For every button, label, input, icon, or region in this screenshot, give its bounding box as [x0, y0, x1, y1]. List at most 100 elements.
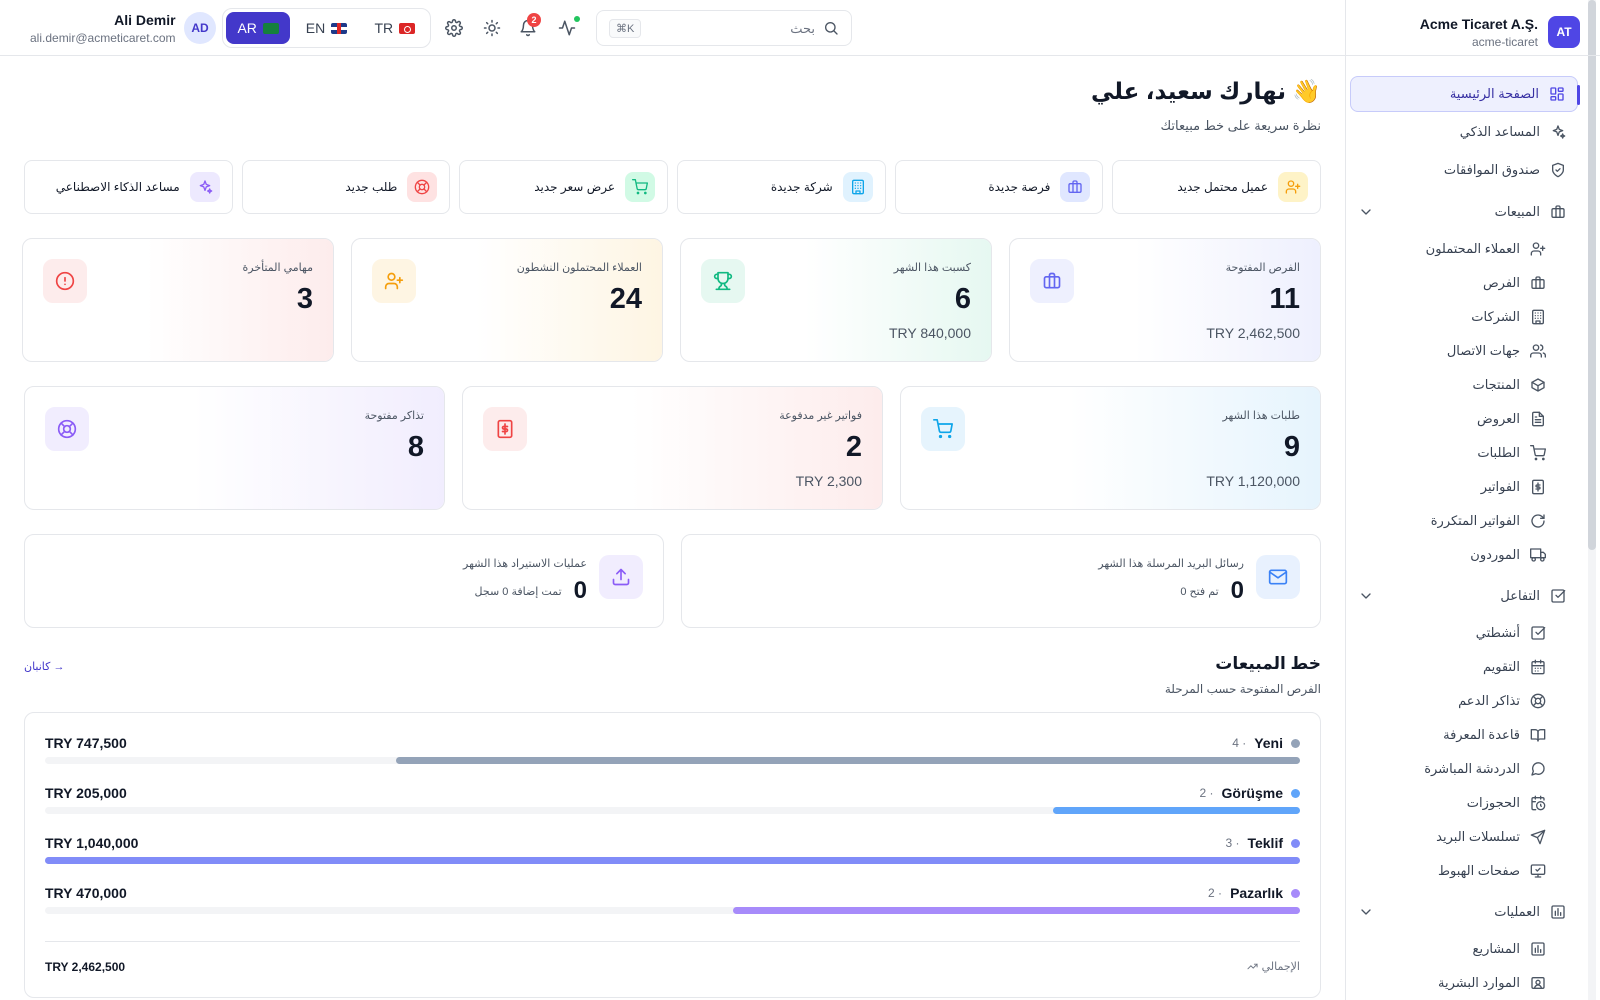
sidebar-subitem[interactable]: الفرص: [1350, 266, 1578, 300]
search-bar[interactable]: ⌘K: [596, 10, 852, 46]
sidebar-subitem[interactable]: الموارد البشرية: [1350, 966, 1578, 1000]
stage-bar-fill: [732, 907, 1300, 914]
sidebar-subitem[interactable]: الحجوزات: [1350, 786, 1578, 820]
stat-card[interactable]: تذاكر مفتوحة 8: [24, 386, 445, 510]
sidebar-item-label: الفواتير المتكررة: [1430, 513, 1520, 528]
invoice-icon: [1532, 479, 1544, 495]
pipeline-total-amount: TRY 2,462,500: [45, 960, 126, 974]
sidebar-subitem[interactable]: الفواتير: [1350, 470, 1578, 504]
mini-stat-card[interactable]: رسائل البريد المرسلة هذا الشهر 0 تم فتح 0: [681, 534, 1321, 628]
pipeline-stage[interactable]: TRY 747,500 Yeni 4 ·: [45, 735, 1300, 775]
stage-name: Pazarlık: [1230, 885, 1283, 901]
language-option-en[interactable]: EN: [294, 12, 358, 44]
pipeline-stage[interactable]: TRY 205,000 Görüşme 2 ·: [45, 785, 1300, 825]
sidebar-item-label: أنشطتي: [1475, 625, 1520, 640]
sidebar-item-dashboard[interactable]: الصفحة الرئيسية: [1350, 76, 1580, 112]
sidebar-subitem[interactable]: الطلبات: [1350, 436, 1578, 470]
user-avatar[interactable]: AD: [184, 12, 216, 44]
chart-icon-wrapper: [1550, 904, 1566, 920]
sidebar-subitem[interactable]: المشاريع: [1350, 932, 1578, 966]
sidebar-subitem[interactable]: تذاكر الدعم: [1350, 684, 1578, 718]
sidebar-item-shield-check[interactable]: صندوق الموافقات: [1350, 152, 1578, 188]
sidebar-subitem[interactable]: الفواتير المتكررة: [1350, 504, 1578, 538]
user-menu[interactable]: Ali Demir ali.demir@acmeticaret.com: [30, 12, 176, 45]
mini-stat-label: رسائل البريد المرسلة هذا الشهر: [1098, 558, 1244, 570]
notifications-button[interactable]: 2: [517, 13, 541, 39]
briefcase-icon-wrapper: [1530, 275, 1546, 291]
pipeline-stage[interactable]: TRY 1,040,000 Teklif 3 ·: [45, 835, 1300, 875]
life-buoy-icon: [414, 179, 430, 195]
building-icon: [851, 179, 864, 195]
stat-card[interactable]: الفرص المفتوحة 11 TRY 2,462,500: [1009, 238, 1321, 362]
pipeline-subtitle: الفرص المفتوحة حسب المرحلة: [1164, 682, 1321, 696]
sidebar-subitem[interactable]: الموردون: [1350, 538, 1578, 572]
sidebar-subitem[interactable]: جهات الاتصال: [1350, 334, 1578, 368]
sidebar-subitem[interactable]: الشركات: [1350, 300, 1578, 334]
stat-card[interactable]: طلبات هذا الشهر 9 TRY 1,120,000: [900, 386, 1321, 510]
sidebar-item-label: جهات الاتصال: [1446, 343, 1520, 358]
stat-value: 11: [1269, 283, 1300, 315]
sidebar-subitem[interactable]: صفحات الهبوط: [1350, 854, 1578, 888]
stat-value: 3: [296, 283, 313, 315]
flag-icon: [399, 22, 416, 34]
language-option-ar[interactable]: AR: [226, 12, 291, 44]
sidebar-group-label: التفاعل: [1500, 588, 1540, 603]
quick-action-button[interactable]: عرض سعر جديد: [459, 160, 668, 214]
stat-subvalue: TRY 2,462,500: [1206, 325, 1300, 341]
sidebar-subitem[interactable]: قاعدة المعرفة: [1350, 718, 1578, 752]
stat-card[interactable]: العملاء المحتملون النشطون 24: [351, 238, 663, 362]
mini-stat-icon: [599, 555, 643, 599]
quick-action-button[interactable]: عميل محتمل جديد: [1112, 160, 1321, 214]
sidebar-subitem[interactable]: التقويم: [1350, 650, 1578, 684]
quick-action-button[interactable]: فرصة جديدة: [894, 160, 1104, 214]
activity-button[interactable]: [556, 16, 580, 39]
search-input[interactable]: [665, 20, 815, 36]
topbar: Ali Demir ali.demir@acmeticaret.com AD A…: [0, 0, 1345, 56]
stat-icon: [701, 259, 745, 303]
truck-icon: [1530, 548, 1546, 562]
sun-icon: [483, 19, 501, 37]
settings-button[interactable]: [443, 17, 465, 39]
quick-action-label: مساعد الذكاء الاصطناعي: [55, 180, 180, 194]
sidebar-scrollbar[interactable]: [1588, 0, 1596, 1000]
stat-card[interactable]: فواتير غير مدفوعة 2 TRY 2,300: [462, 386, 883, 510]
user-plus-icon: [1530, 242, 1546, 256]
sidebar-group-0[interactable]: المبيعات: [1350, 192, 1578, 232]
quick-action-button[interactable]: مساعد الذكاء الاصطناعي: [23, 160, 233, 214]
cart-icon: [933, 419, 953, 439]
org-switcher[interactable]: Acme Ticaret A.Ş. acme-ticaret AT: [1365, 12, 1580, 52]
sidebar-subitem[interactable]: الدردشة المباشرة: [1350, 752, 1578, 786]
stage-count: 3 ·: [1225, 836, 1240, 850]
chevron-down-icon: [1361, 209, 1371, 215]
chart-icon: [1531, 942, 1545, 956]
stat-card[interactable]: كسبت هذا الشهر 6 TRY 840,000: [680, 238, 992, 362]
kanban-link[interactable]: كانبان →: [24, 660, 64, 673]
user-plus-icon: [384, 272, 404, 290]
quick-action-button[interactable]: طلب جديد: [241, 160, 451, 214]
pipeline-stage[interactable]: TRY 470,000 Pazarlık 2 ·: [45, 885, 1300, 925]
sidebar-group-2[interactable]: العمليات: [1350, 892, 1578, 932]
stage-name: Görüşme: [1221, 785, 1283, 801]
sidebar-group-1[interactable]: التفاعل: [1350, 576, 1578, 616]
stat-card[interactable]: مهامي المتأخرة 3: [22, 238, 334, 362]
send-icon: [1530, 829, 1546, 845]
quick-action-label: عرض سعر جديد: [534, 180, 615, 194]
stage-color-dot: [1291, 738, 1300, 748]
card-gradient: [1068, 387, 1320, 509]
sidebar-scrollbar-thumb[interactable]: [1588, 0, 1596, 550]
quick-action-button[interactable]: شركة جديدة: [676, 160, 886, 214]
sidebar-subitem[interactable]: المنتجات: [1350, 368, 1578, 402]
quick-action-icon: [624, 172, 655, 202]
theme-toggle-button[interactable]: [481, 17, 503, 39]
mini-stat-card[interactable]: عمليات الاستيراد هذا الشهر 0 تمت إضافة 0 س…: [24, 534, 664, 628]
language-option-tr[interactable]: TR: [363, 12, 427, 44]
stat-icon: [921, 407, 965, 451]
sidebar-subitem[interactable]: العروض: [1350, 402, 1578, 436]
stage-bar-track: [45, 907, 1300, 914]
sparkles-icon-wrapper: [1550, 124, 1566, 140]
sidebar-item-sparkles[interactable]: المساعد الذكي: [1350, 114, 1578, 150]
sidebar-subitem[interactable]: العملاء المحتملون: [1350, 232, 1578, 266]
sidebar-subitem[interactable]: أنشطتي: [1350, 616, 1578, 650]
sidebar-subitem[interactable]: تسلسلات البريد: [1350, 820, 1578, 854]
calendar-clock-icon-wrapper: [1530, 795, 1546, 811]
